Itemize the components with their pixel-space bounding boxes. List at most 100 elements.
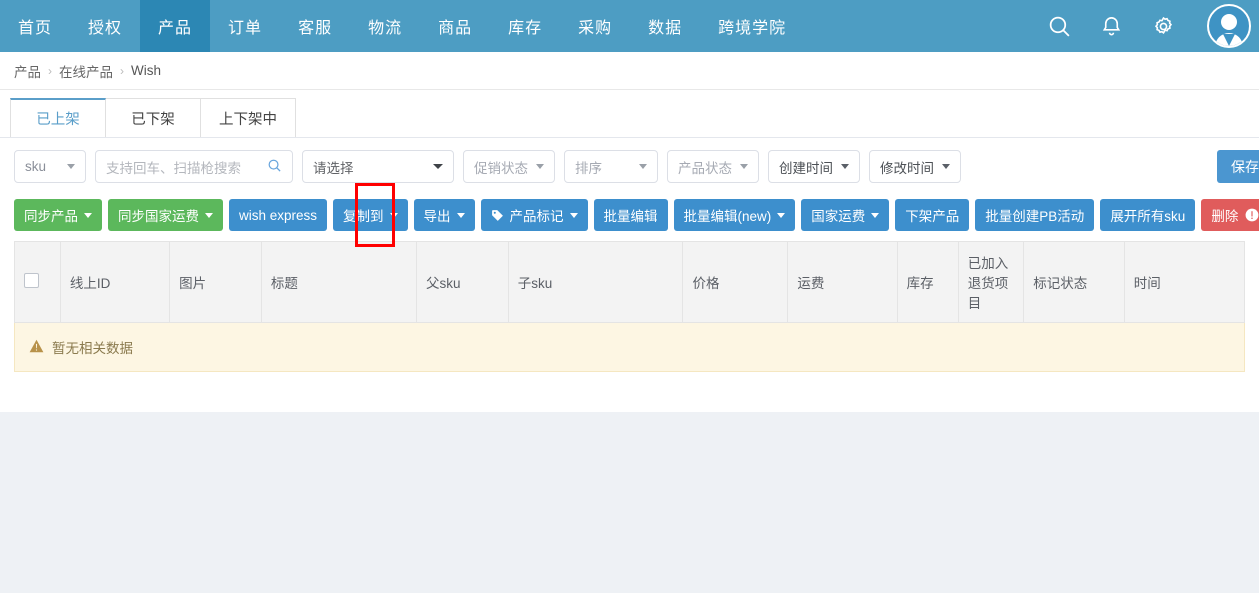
nav-item-9[interactable]: 数据 — [630, 0, 700, 52]
chevron-down-icon — [639, 164, 647, 169]
nav-item-label: 授权 — [88, 20, 123, 37]
breadcrumb: 产品 › 在线产品 › Wish — [0, 52, 1259, 90]
nav-item-label: 首页 — [18, 20, 53, 37]
toolbar-button-5[interactable]: 产品标记 — [480, 199, 588, 231]
table-column-header-2: 图片 — [169, 241, 262, 323]
tab-0[interactable]: 已上架 — [10, 98, 106, 137]
promo-status-filter[interactable]: 促销状态 — [463, 150, 555, 183]
toolbar-button-10[interactable]: 批量创建PB活动 — [975, 199, 1095, 231]
gear-icon[interactable] — [1149, 12, 1177, 40]
nav-item-2[interactable]: 产品 — [140, 0, 211, 52]
nav-item-10[interactable]: 跨境学院 — [700, 0, 804, 52]
table-column-header-10: 标记状态 — [1023, 241, 1125, 323]
select-all-checkbox[interactable] — [24, 273, 39, 288]
nav-item-label: 客服 — [298, 20, 333, 37]
search-icon[interactable] — [267, 158, 282, 176]
table-column-header-label: 已加入退货项目 — [967, 256, 1009, 311]
table-header-row: 线上ID 图片 标题 父sku 子sku 价格 运费 库存 已加入退货项目 标记状态 时间 — [14, 241, 1246, 323]
nav-item-1[interactable]: 授权 — [70, 0, 140, 52]
toolbar-button-label: 删除 — [1211, 209, 1239, 224]
toolbar-button-7[interactable]: 批量编辑(new) — [673, 199, 796, 231]
breadcrumb-separator: › — [120, 63, 124, 78]
create-time-filter[interactable]: 创建时间 — [768, 150, 860, 183]
bell-icon[interactable] — [1097, 12, 1125, 40]
toolbar-button-label: 国家运费 — [811, 209, 866, 224]
chevron-down-icon — [841, 164, 849, 169]
chevron-down-icon — [389, 212, 398, 218]
table-column-header-label: 时间 — [1133, 276, 1161, 291]
modify-time-filter[interactable]: 修改时间 — [869, 150, 961, 183]
nav-item-label: 物流 — [368, 20, 403, 37]
toolbar-button-4[interactable]: 导出 — [413, 199, 475, 231]
chevron-down-icon — [456, 212, 465, 218]
empty-state-cell: 暂无相关数据 — [14, 322, 1245, 372]
chevron-down-icon — [205, 212, 213, 218]
toolbar-button-9[interactable]: 下架产品 — [895, 199, 970, 231]
nav-item-3[interactable]: 订单 — [210, 0, 280, 52]
product-status-label: 产品状态 — [678, 160, 732, 176]
toolbar-button-label: 同步国家运费 — [118, 209, 199, 224]
toolbar-button-6[interactable]: 批量编辑 — [593, 199, 668, 231]
action-toolbar: 同步产品 同步国家运费 wish express 复制到 导出 产品标记 批量编辑 批量编辑(… — [0, 183, 1259, 247]
table-column-header-label: 运费 — [797, 276, 825, 291]
product-table: 线上ID 图片 标题 父sku 子sku 价格 运费 库存 已加入退货项目 标记状态 时间 — [14, 241, 1246, 372]
product-status-filter[interactable]: 产品状态 — [667, 150, 759, 183]
chevron-down-icon — [569, 212, 578, 218]
tab-label: 已上架 — [36, 112, 80, 128]
toolbar-button-label: 批量创建PB活动 — [985, 209, 1085, 224]
nav-item-5[interactable]: 物流 — [350, 0, 420, 52]
create-time-label: 创建时间 — [779, 160, 833, 176]
tab-2[interactable]: 上下架中 — [200, 98, 296, 137]
nav-item-label: 跨境学院 — [718, 20, 787, 37]
toolbar-button-8[interactable]: 国家运费 — [801, 199, 890, 231]
nav-item-label: 库存 — [508, 20, 543, 37]
toolbar-button-11[interactable]: 展开所有sku — [1100, 199, 1196, 231]
sort-filter[interactable]: 排序 — [564, 150, 658, 183]
nav-item-label: 数据 — [648, 20, 683, 37]
chevron-down-icon — [67, 164, 75, 169]
table-column-header-label: 图片 — [179, 276, 207, 291]
promo-status-label: 促销状态 — [474, 160, 528, 176]
table-column-header-label: 标记状态 — [1033, 276, 1088, 291]
nav-item-8[interactable]: 采购 — [560, 0, 630, 52]
chevron-down-icon — [536, 164, 544, 169]
tab-label: 上下架中 — [219, 111, 277, 128]
modify-time-label: 修改时间 — [880, 160, 934, 176]
nav-item-7[interactable]: 库存 — [490, 0, 560, 52]
toolbar-button-1[interactable]: 同步国家运费 — [108, 199, 223, 231]
sort-label: 排序 — [575, 160, 602, 176]
topbar-right-actions — [1045, 0, 1259, 52]
table-column-header-label: 价格 — [692, 276, 720, 291]
table-column-header-8: 库存 — [896, 241, 959, 323]
save-button[interactable]: 保存 — [1217, 150, 1259, 183]
chevron-down-icon — [942, 164, 950, 169]
toolbar-button-3[interactable]: 复制到 — [333, 199, 408, 231]
chevron-down-icon — [740, 164, 748, 169]
tab-label: 已下架 — [131, 111, 175, 128]
please-select-dropdown[interactable]: 请选择 — [302, 150, 454, 183]
empty-state-content: 暂无相关数据 — [29, 337, 1230, 357]
search-input[interactable]: 支持回车、扫描枪搜索 — [95, 150, 293, 183]
tab-1[interactable]: 已下架 — [105, 98, 201, 137]
avatar[interactable] — [1207, 4, 1251, 48]
breadcrumb-item-0[interactable]: 产品 — [14, 61, 41, 81]
toolbar-button-label: 批量编辑(new) — [683, 209, 772, 224]
table-column-header-4: 父sku — [415, 241, 509, 323]
nav-item-0[interactable]: 首页 — [0, 0, 70, 52]
nav-item-4[interactable]: 客服 — [280, 0, 350, 52]
filter-bar: sku 支持回车、扫描枪搜索 请选择 促销状态 排序 产品状态 创建时间 修改时… — [0, 138, 1259, 193]
avatar-head — [1221, 14, 1237, 30]
toolbar-button-0[interactable]: 同步产品 — [14, 199, 102, 231]
nav-item-6[interactable]: 商品 — [420, 0, 490, 52]
table-column-header-label: 父sku — [425, 276, 461, 291]
sku-field-select[interactable]: sku — [14, 150, 86, 183]
toolbar-button-label: 同步产品 — [24, 209, 78, 224]
table-column-header-7: 运费 — [787, 241, 898, 323]
search-icon[interactable] — [1045, 12, 1073, 40]
toolbar-button-2[interactable]: wish express — [229, 199, 328, 231]
table-column-header-9: 已加入退货项目 — [957, 241, 1025, 323]
breadcrumb-item-1[interactable]: 在线产品 — [59, 61, 113, 81]
nav-item-label: 采购 — [578, 20, 613, 37]
toolbar-button-12[interactable]: 删除 — [1201, 199, 1259, 231]
table-column-header-1: 线上ID — [59, 241, 171, 323]
